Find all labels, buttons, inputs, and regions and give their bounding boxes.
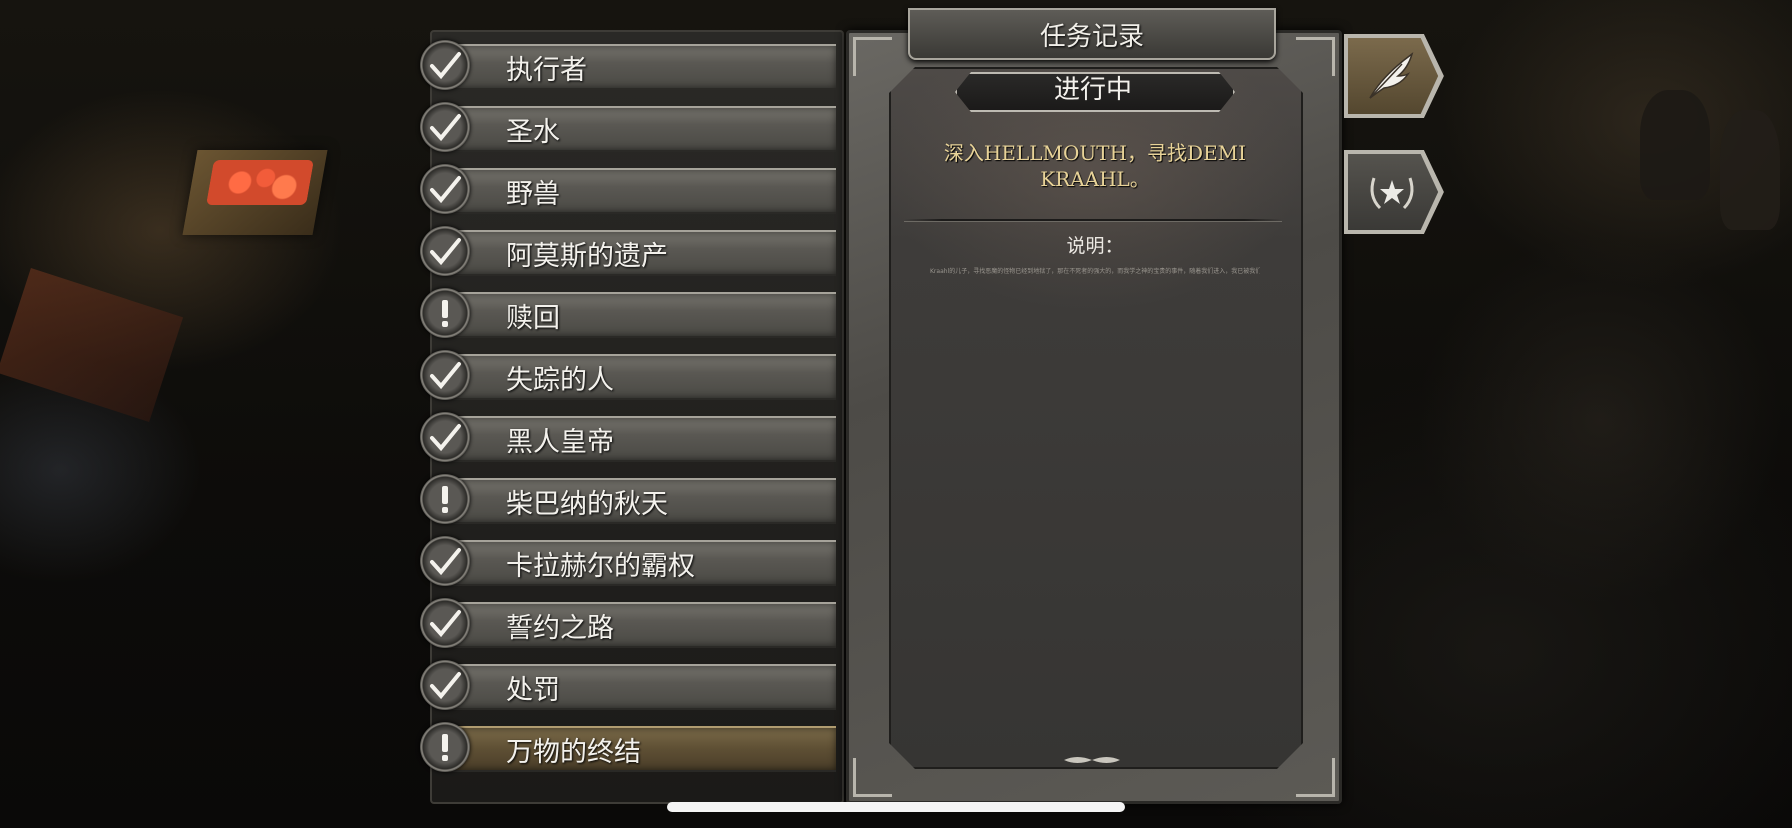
quest-title: 执行者: [506, 55, 587, 86]
quest-row[interactable]: 处罚: [420, 660, 840, 710]
checkmark-icon: [420, 102, 470, 152]
quest-row[interactable]: 黑人皇帝: [420, 412, 840, 462]
quest-title: 阿莫斯的遗产: [506, 241, 668, 272]
quest-row[interactable]: 卡拉赫尔的霸权: [420, 536, 840, 586]
checkmark-icon: [420, 226, 470, 276]
quest-title: 誓约之路: [506, 613, 614, 644]
quest-title: 处罚: [506, 675, 560, 706]
journal-tab[interactable]: [1344, 34, 1444, 118]
checkmark-icon: [420, 350, 470, 400]
quest-row[interactable]: 誓约之路: [420, 598, 840, 648]
exclamation-icon: [420, 474, 470, 524]
checkmark-icon: [420, 536, 470, 586]
quest-title: 失踪的人: [506, 365, 614, 396]
panel-corner-ornament: [853, 37, 892, 76]
background-figure: [1720, 110, 1780, 230]
quest-title: 卡拉赫尔的霸权: [506, 551, 695, 582]
honors-tab[interactable]: [1344, 150, 1444, 234]
quest-title: 万物的终结: [506, 737, 641, 768]
quest-row[interactable]: 执行者: [420, 40, 840, 90]
panel-corner-ornament: [1296, 37, 1335, 76]
quest-status: 进行中: [1053, 75, 1132, 105]
quest-title: 赎回: [506, 303, 560, 334]
exclamation-icon: [420, 722, 470, 772]
quest-row[interactable]: 赎回: [420, 288, 840, 338]
panel-corner-ornament: [1296, 758, 1335, 797]
checkmark-icon: [420, 164, 470, 214]
quest-row[interactable]: 圣水: [420, 102, 840, 152]
quest-row[interactable]: 柴巴纳的秋天: [420, 474, 840, 524]
quest-objective: 深入HELLMOUTH，寻找DEMI KRAAHL。: [920, 140, 1270, 192]
quest-row[interactable]: 阿莫斯的遗产: [420, 226, 840, 276]
quest-title: 柴巴纳的秋天: [506, 489, 668, 520]
quest-list: 执行者圣水野兽阿莫斯的遗产 赎回失踪的人黑人皇帝柴巴纳的秋天 卡拉赫尔的霸权 誓约之路…: [420, 30, 840, 798]
background-banner: [0, 267, 184, 423]
objective-line: KRAAHL。: [1040, 167, 1150, 191]
checkmark-icon: [420, 40, 470, 90]
window-title-plate: 任务记录: [908, 8, 1276, 60]
quest-row[interactable]: 万物的终结: [420, 722, 840, 772]
background-fruit: [206, 160, 314, 205]
detail-divider: [904, 219, 1282, 221]
checkmark-icon: [420, 412, 470, 462]
home-indicator[interactable]: [667, 802, 1125, 812]
quest-row[interactable]: 失踪的人: [420, 350, 840, 400]
window-title: 任务记录: [1039, 22, 1144, 52]
background-figure: [1640, 90, 1710, 200]
exclamation-icon: [420, 288, 470, 338]
objective-line: 深入HELLMOUTH，寻找DEMI: [943, 141, 1247, 165]
laurel-star-icon: [1370, 177, 1414, 210]
quest-row[interactable]: 野兽: [420, 164, 840, 214]
quest-title: 黑人皇帝: [506, 427, 614, 458]
checkmark-icon: [420, 598, 470, 648]
panel-corner-ornament: [853, 758, 892, 797]
quest-title: 野兽: [506, 179, 560, 210]
description-text: Kraahl的儿子，寻找恶魔的怪物已经到地狱了，那在不死者的强大的，而我学之神的…: [930, 268, 1260, 275]
description-label: 说明：: [1066, 235, 1124, 257]
quill-icon: [1369, 52, 1414, 99]
quest-title: 圣水: [506, 117, 560, 148]
panel-bottom-ornament: [1064, 757, 1120, 763]
checkmark-icon: [420, 660, 470, 710]
